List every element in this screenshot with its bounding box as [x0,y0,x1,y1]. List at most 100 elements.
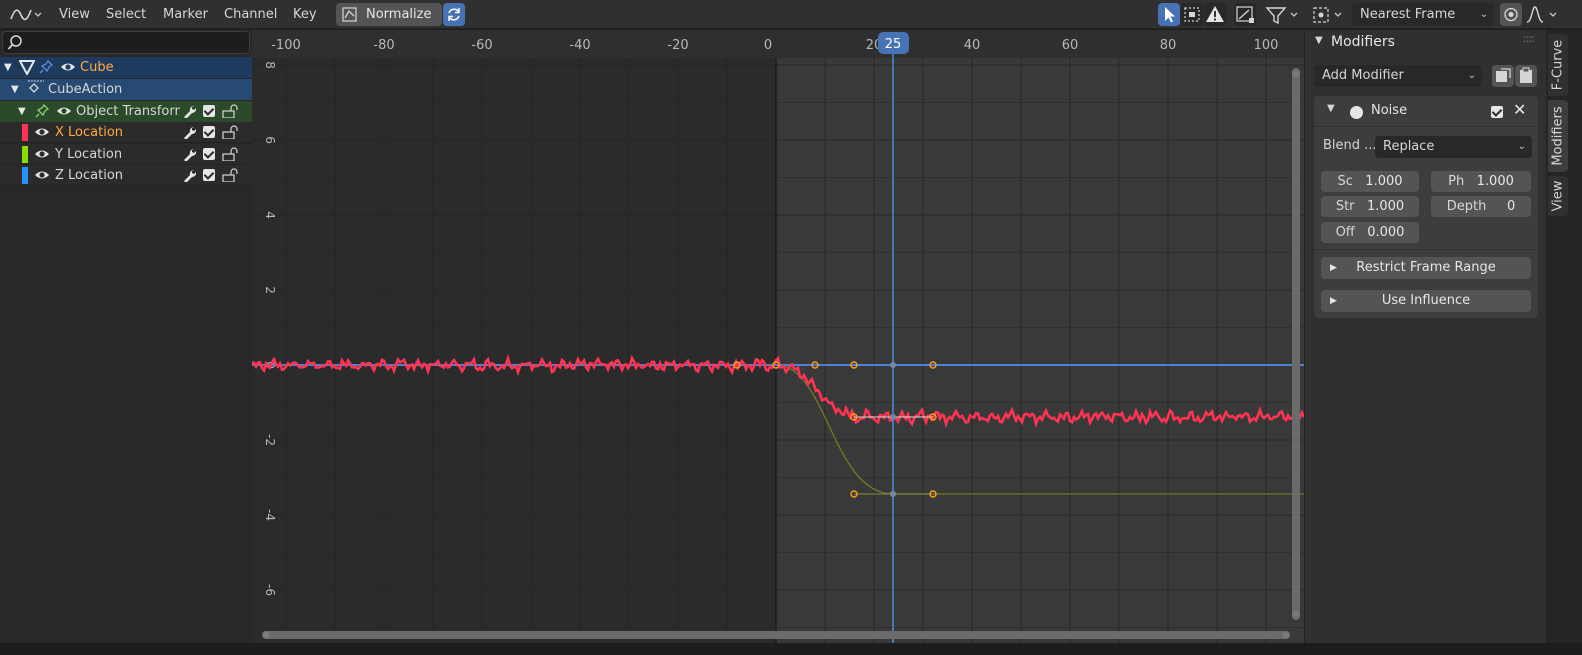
status-bar [0,643,1582,655]
eye-icon[interactable] [34,125,50,139]
offset-value: 0.000 [1367,225,1405,240]
pin-icon[interactable] [35,104,49,118]
tab-f-curve[interactable]: F-Curve [1548,34,1568,96]
modifier-enabled-checkbox[interactable] [1491,106,1503,118]
pin-icon[interactable] [39,60,53,74]
filter-button[interactable] [1264,4,1302,26]
cursor-arrow-icon [1165,7,1175,23]
paste-modifiers-button[interactable] [1515,65,1537,87]
menu-view[interactable]: View [52,4,97,26]
frame-tick-label: -20 [667,38,688,53]
tab-modifiers[interactable]: Modifiers [1548,100,1568,172]
unlock-icon[interactable] [222,104,240,118]
phase-field[interactable]: Ph 1.000 [1431,171,1531,192]
strength-field[interactable]: Str 1.000 [1321,196,1419,217]
expand-triangle-icon[interactable]: ▼ [11,79,19,100]
offset-label: Off [1335,225,1355,240]
proportional-edit-icon [1504,7,1518,22]
unlock-icon[interactable] [222,125,240,139]
wrench-icon[interactable] [182,168,196,182]
eye-icon[interactable] [56,104,72,118]
phase-value: 1.000 [1476,174,1514,189]
menu-key[interactable]: Key [286,4,324,26]
mute-checkbox[interactable] [203,126,215,138]
tab-modifiers-label: Modifiers [1550,106,1566,166]
channel-row-y-location[interactable]: Y Location [0,144,252,165]
eye-icon[interactable] [34,168,50,182]
normalize-toggle[interactable]: Normalize [336,3,442,26]
channel-row-x-location[interactable]: X Location [0,122,252,143]
chevron-down-icon: ⌄ [1479,9,1488,20]
close-icon[interactable]: ✕ [1513,100,1526,119]
tab-f-curve-label: F-Curve [1550,39,1566,91]
frame-tick-label: 0 [764,38,772,53]
noise-modifier-panel: ▼ Noise ✕ Blend ... Replace ⌄ Sc 1.000 P… [1314,96,1538,318]
normalize-label: Normalize [366,7,432,22]
channel-color-swatch [22,167,28,184]
graph-view[interactable]: -100-80-60-40-20020406080100 86420-2-4-6 [252,30,1304,643]
expand-triangle-icon[interactable]: ▼ [18,101,26,122]
channel-label-cube: Cube [80,60,114,75]
tab-view[interactable]: View [1548,176,1568,216]
channel-row-z-location[interactable]: Z Location [0,165,252,186]
scale-field[interactable]: Sc 1.000 [1321,171,1419,192]
channel-search-input[interactable] [2,31,250,54]
channel-row-object-transforms[interactable]: ▼ Object Transform [0,101,252,122]
curve-overlay-icon [1236,6,1254,23]
depth-field[interactable]: Depth 0 [1431,196,1531,217]
collapse-triangle-icon[interactable]: ▼ [1327,103,1335,114]
channel-label-z-location: Z Location [55,168,124,183]
eye-icon[interactable] [60,60,76,74]
value-tick-label: 6 [263,136,277,144]
sidebar-tabs: F-Curve Modifiers View [1546,30,1582,643]
object-triangle-icon [19,60,35,75]
horizontal-scrollbar[interactable] [262,631,1290,639]
normalize-icon [342,7,357,22]
pivot-point-button[interactable] [1311,4,1347,26]
channel-row-cubeaction[interactable]: ▼ CubeAction [0,79,252,100]
select-tool-button[interactable] [1158,3,1180,26]
mute-checkbox[interactable] [203,148,215,160]
graph-editor-icon [10,9,42,21]
value-tick-label: 2 [263,286,277,294]
offset-field[interactable]: Off 0.000 [1321,222,1419,243]
menu-channel[interactable]: Channel [217,4,284,26]
use-influence-button[interactable]: ▶ Use Influence [1321,290,1531,312]
auto-normalize-button[interactable] [443,3,465,26]
channel-color-swatch [22,146,28,163]
wrench-icon[interactable] [182,147,196,161]
box-select-button[interactable] [1181,3,1203,26]
menu-marker[interactable]: Marker [156,4,215,26]
auto-snapping-select[interactable]: Nearest Frame ⌄ [1352,3,1494,26]
restrict-frame-range-button[interactable]: ▶ Restrict Frame Range [1321,257,1531,279]
refresh-icon [448,8,460,21]
use-influence-label: Use Influence [1381,293,1471,308]
graph-canvas[interactable]: -100-80-60-40-20020406080100 86420-2-4-6 [252,30,1304,643]
mute-checkbox[interactable] [203,169,215,181]
channel-row-cube[interactable]: ▼ Cube [0,57,252,78]
expand-triangle-icon[interactable]: ▼ [4,57,12,78]
drag-handle-icon[interactable]: :::: [1523,32,1535,45]
editor-type-button[interactable] [8,4,44,26]
view-overlay-button[interactable] [1234,3,1256,26]
proportional-falloff-button[interactable] [1524,4,1564,26]
blend-type-select[interactable]: Replace ⌄ [1375,136,1532,158]
unlock-icon[interactable] [222,147,240,161]
wrench-icon[interactable] [182,125,196,139]
wrench-icon[interactable] [182,104,196,118]
proportional-editing-toggle[interactable] [1500,3,1522,26]
unlock-icon[interactable] [222,168,240,182]
menu-select[interactable]: Select [99,4,153,26]
collapse-triangle-icon[interactable]: ▼ [1315,35,1323,46]
channel-label-cubeaction: CubeAction [48,82,123,97]
sidebar-panel: ▼ Modifiers :::: Add Modifier ⌄ ▼ Noise … [1304,30,1546,643]
warning-button[interactable] [1204,3,1226,26]
vertical-scrollbar[interactable] [1292,68,1300,620]
mute-checkbox[interactable] [203,105,215,117]
eye-icon[interactable] [34,147,50,161]
copy-modifiers-button[interactable] [1492,65,1514,87]
chevron-down-icon: ⌄ [1467,70,1476,81]
frame-tick-label: 100 [1254,38,1279,53]
add-modifier-select[interactable]: Add Modifier ⌄ [1314,65,1482,87]
modifiers-panel-header[interactable]: ▼ Modifiers :::: [1305,30,1547,58]
